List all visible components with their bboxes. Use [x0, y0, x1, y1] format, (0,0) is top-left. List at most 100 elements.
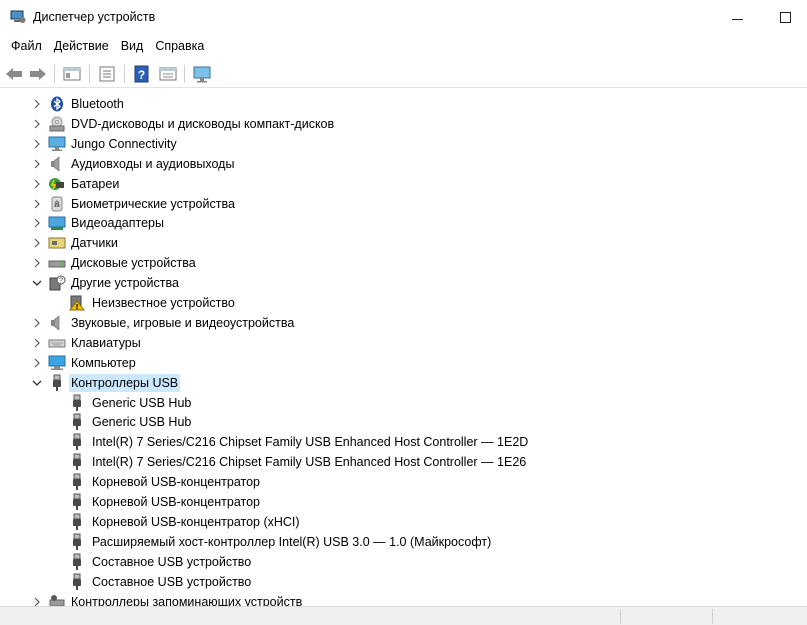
tree-item-label[interactable]: Контроллеры USB: [69, 373, 181, 392]
forward-icon[interactable]: [28, 64, 48, 84]
tree-device-row[interactable]: Неизвестное устройство: [0, 293, 807, 313]
usb-plug-icon: [68, 433, 86, 451]
chevron-right-icon[interactable]: [32, 358, 42, 368]
chevron-right-icon[interactable]: [32, 139, 42, 149]
display-adapter-icon: [48, 215, 66, 231]
tree-category-row[interactable]: Клавиатуры: [0, 333, 807, 353]
tree-category-row[interactable]: Контроллеры запоминающих устройств: [0, 592, 807, 607]
tree-item-label[interactable]: Generic USB Hub: [90, 413, 193, 431]
tree-item-label[interactable]: Батареи: [69, 175, 121, 193]
tree-device-row[interactable]: Generic USB Hub: [0, 393, 807, 413]
usb-plug-icon: [68, 573, 86, 590]
monitor-icon: [48, 136, 66, 152]
tree-item-label[interactable]: Компьютер: [69, 354, 138, 372]
tree-device-row[interactable]: Составное USB устройство: [0, 552, 807, 572]
tree-item-label[interactable]: Intel(R) 7 Series/C216 Chipset Family US…: [90, 453, 528, 471]
chevron-right-icon[interactable]: [32, 199, 42, 209]
tree-device-row[interactable]: Generic USB Hub: [0, 412, 807, 432]
device-tree: Bluetooth DVD-дисководы и дисководы компа…: [0, 92, 807, 606]
speaker-icon: [48, 156, 66, 172]
usb-plug-icon: [68, 553, 86, 570]
view-icon[interactable]: [158, 64, 178, 84]
chevron-down-icon[interactable]: [32, 378, 42, 388]
tree-category-row[interactable]: Датчики: [0, 233, 807, 253]
menu-view[interactable]: Вид: [115, 36, 150, 56]
tree-category-row[interactable]: Дисковые устройства: [0, 253, 807, 273]
menu-help[interactable]: Справка: [149, 36, 210, 56]
unknown-device-warning-icon: [68, 295, 86, 311]
toolbar: ?: [0, 60, 807, 88]
tree-item-label[interactable]: Звуковые, игровые и видеоустройства: [69, 314, 296, 332]
tree-item-label[interactable]: Intel(R) 7 Series/C216 Chipset Family US…: [90, 433, 530, 451]
tree-item-label[interactable]: Jungo Connectivity: [69, 135, 179, 153]
maximize-button[interactable]: [762, 0, 807, 34]
chevron-right-icon[interactable]: [32, 318, 42, 328]
tree-item-label[interactable]: Корневой USB-концентратор: [90, 473, 262, 491]
tree-category-row[interactable]: Bluetooth: [0, 94, 807, 114]
tree-item-label[interactable]: Датчики: [69, 234, 120, 252]
tree-item-label[interactable]: Generic USB Hub: [90, 394, 193, 412]
tree-item-label[interactable]: Корневой USB-концентратор (xHCI): [90, 513, 302, 531]
tree-category-row[interactable]: Аудиовходы и аудиовыходы: [0, 154, 807, 174]
chevron-right-icon[interactable]: [32, 159, 42, 169]
dvd-drive-icon: [48, 116, 66, 132]
help-icon[interactable]: ?: [132, 64, 152, 84]
chevron-right-icon[interactable]: [32, 179, 42, 189]
tree-device-row[interactable]: Расширяемый хост-контроллер Intel(R) USB…: [0, 532, 807, 552]
tree-device-row[interactable]: Intel(R) 7 Series/C216 Chipset Family US…: [0, 432, 807, 452]
tree-category-row[interactable]: Контроллеры USB: [0, 373, 807, 393]
tree-device-row[interactable]: Intel(R) 7 Series/C216 Chipset Family US…: [0, 452, 807, 472]
tree-category-row[interactable]: Компьютер: [0, 353, 807, 373]
usb-plug-icon: [68, 413, 86, 431]
usb-plug-icon: [48, 374, 66, 391]
tree-item-label[interactable]: DVD-дисководы и дисководы компакт-дисков: [69, 115, 336, 133]
tree-item-label[interactable]: Контроллеры запоминающих устройств: [69, 593, 304, 607]
tree-item-label[interactable]: Корневой USB-концентратор: [90, 493, 262, 511]
tree-item-label[interactable]: Клавиатуры: [69, 334, 143, 352]
chevron-right-icon[interactable]: [32, 597, 42, 607]
window-title: Диспетчер устройств: [33, 10, 156, 24]
tree-category-row[interactable]: Биометрические устройства: [0, 194, 807, 214]
tree-item-label[interactable]: Расширяемый хост-контроллер Intel(R) USB…: [90, 533, 493, 551]
chevron-right-icon[interactable]: [32, 119, 42, 129]
tree-item-label[interactable]: Другие устройства: [69, 274, 181, 292]
other-devices-icon: ?: [48, 275, 66, 291]
chevron-right-icon[interactable]: [32, 238, 42, 248]
tree-item-label[interactable]: Биометрические устройства: [69, 195, 237, 213]
menu-bar: Файл Действие Вид Справка: [0, 36, 807, 56]
tree-item-label[interactable]: Неизвестное устройство: [90, 294, 237, 312]
tree-item-label[interactable]: Видеоадаптеры: [69, 214, 166, 232]
tree-category-row[interactable]: ? Другие устройства: [0, 273, 807, 293]
chevron-down-icon[interactable]: [32, 278, 42, 288]
tree-device-row[interactable]: Корневой USB-концентратор (xHCI): [0, 512, 807, 532]
menu-file[interactable]: Файл: [0, 36, 48, 56]
tree-device-row[interactable]: Составное USB устройство: [0, 572, 807, 592]
status-separator: [620, 609, 621, 624]
tree-category-row[interactable]: Звуковые, игровые и видеоустройства: [0, 313, 807, 333]
show-hide-console-tree-icon[interactable]: [62, 64, 82, 84]
svg-text:?: ?: [138, 68, 145, 82]
tree-category-row[interactable]: Jungo Connectivity: [0, 134, 807, 154]
properties-icon[interactable]: [97, 64, 117, 84]
chevron-right-icon[interactable]: [32, 258, 42, 268]
tree-category-row[interactable]: Видеоадаптеры: [0, 213, 807, 233]
tree-device-row[interactable]: Корневой USB-концентратор: [0, 492, 807, 512]
tree-category-row[interactable]: Батареи: [0, 174, 807, 194]
tree-item-label[interactable]: Аудиовходы и аудиовыходы: [69, 155, 236, 173]
chevron-right-icon[interactable]: [32, 218, 42, 228]
back-icon[interactable]: [4, 64, 24, 84]
minimize-button[interactable]: [714, 0, 760, 34]
toolbar-separator: [184, 65, 185, 83]
tree-item-label[interactable]: Составное USB устройство: [90, 553, 253, 571]
chevron-right-icon[interactable]: [32, 338, 42, 348]
tree-item-label[interactable]: Bluetooth: [69, 95, 126, 113]
chevron-right-icon[interactable]: [32, 99, 42, 109]
tree-device-row[interactable]: Корневой USB-концентратор: [0, 472, 807, 492]
tree-item-label[interactable]: Дисковые устройства: [69, 254, 198, 272]
menu-action[interactable]: Действие: [48, 36, 115, 56]
storage-controller-icon: [48, 594, 66, 606]
keyboard-icon: [48, 335, 66, 351]
monitor-icon[interactable]: [192, 64, 212, 84]
tree-item-label[interactable]: Составное USB устройство: [90, 573, 253, 591]
tree-category-row[interactable]: DVD-дисководы и дисководы компакт-дисков: [0, 114, 807, 134]
